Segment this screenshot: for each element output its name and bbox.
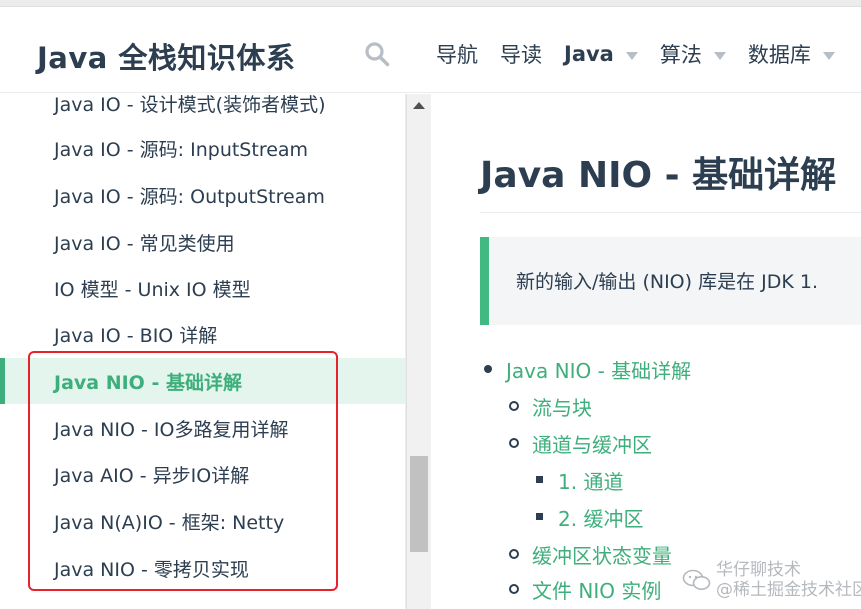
toc-disc-bullet [484,365,492,373]
toc-item-file-nio-example[interactable]: 文件 NIO 实例 [532,575,661,604]
watermark: 华仔聊技术 @稀土掘金技术社区 [682,560,861,600]
sidebar-item-nio-multiplexing[interactable]: Java NIO - IO多路复用详解 [0,405,405,451]
sidebar-item-label: Java N(A)IO - 框架: Netty [54,511,285,534]
sidebar-item-io-common-classes[interactable]: Java IO - 常见类使用 [0,219,405,265]
sidebar-item-label: Java AIO - 异步IO详解 [54,464,250,487]
intro-tip-block: 新的输入/输出 (NIO) 库是在 JDK 1. [480,237,861,325]
nav-item-guide[interactable]: 导航 [436,39,478,69]
sidebar-item-label: IO 模型 - Unix IO 模型 [54,278,251,301]
scrollbar-thumb[interactable] [410,456,428,552]
toc-square-bullet [536,513,543,520]
watermark-line-2: @稀土掘金技术社区 [716,580,861,600]
toc-circle-bullet [509,549,519,559]
toc-item-nio-basics[interactable]: Java NIO - 基础详解 [506,355,691,384]
intro-tip-text: 新的输入/输出 (NIO) 库是在 JDK 1. [516,271,818,293]
sidebar-item-bio[interactable]: Java IO - BIO 详解 [0,311,405,357]
top-navbar: Java 全栈知识体系 导航 导读 Java 算法 数据库 [0,7,861,93]
sidebar-scrollbar[interactable] [406,94,431,609]
toc-item-buffer-state[interactable]: 缓冲区状态变量 [532,540,672,569]
sidebar-item-label: Java IO - 源码: InputStream [54,138,309,161]
sidebar-item-io-decorator[interactable]: Java IO - 设计模式(装饰者模式) [0,94,405,126]
toc-circle-bullet [509,438,519,448]
sidebar-item-netty[interactable]: Java N(A)IO - 框架: Netty [0,498,405,544]
sidebar-item-aio[interactable]: Java AIO - 异步IO详解 [0,451,405,497]
sidebar-item-io-outputstream[interactable]: Java IO - 源码: OutputStream [0,172,405,218]
sidebar-item-label: Java IO - 设计模式(装饰者模式) [54,94,326,116]
sidebar: Java IO - 设计模式(装饰者模式) Java IO - 源码: Inpu… [0,94,406,609]
toc-square-bullet [536,476,543,483]
chevron-down-icon [713,51,726,60]
sidebar-item-zero-copy[interactable]: Java NIO - 零拷贝实现 [0,545,405,591]
sidebar-item-io-unix-model[interactable]: IO 模型 - Unix IO 模型 [0,265,405,311]
sidebar-item-nio-basics[interactable]: Java NIO - 基础详解 [0,358,405,404]
nav-item-label: 导航 [436,43,478,67]
chevron-down-icon [625,51,638,60]
nav-links: 导航 导读 Java 算法 数据库 [436,39,857,69]
sidebar-item-label: Java IO - BIO 详解 [54,324,218,347]
nav-item-label: 数据库 [747,43,811,67]
scroll-up-arrow-icon[interactable] [413,102,425,109]
sidebar-item-io-inputstream[interactable]: Java IO - 源码: InputStream [0,125,405,171]
nav-item-algorithm[interactable]: 算法 [660,39,726,69]
toc-circle-bullet [509,584,519,594]
nav-item-label: Java [564,42,614,66]
nav-item-intro[interactable]: 导读 [500,39,542,69]
toc-circle-bullet [509,401,519,411]
browser-top-edge [0,0,861,7]
toc-item-channel-buffer[interactable]: 通道与缓冲区 [532,429,652,458]
site-title[interactable]: Java 全栈知识体系 [37,35,295,77]
page-title: Java NIO - 基础详解 [480,155,837,196]
sidebar-item-label: Java NIO - IO多路复用详解 [54,418,289,441]
wechat-icon [682,569,711,590]
toc-item-buffer[interactable]: 2. 缓冲区 [558,503,643,532]
active-indicator [0,358,5,404]
sidebar-item-label: Java NIO - 零拷贝实现 [54,558,249,581]
title-divider [480,212,861,213]
watermark-line-1: 华仔聊技术 [716,560,801,580]
main-content: Java NIO - 基础详解 新的输入/输出 (NIO) 库是在 JDK 1.… [431,94,861,609]
sidebar-item-label: Java IO - 常见类使用 [54,232,235,255]
nav-item-java[interactable]: Java [564,42,638,66]
sidebar-item-label: Java IO - 源码: OutputStream [54,185,325,208]
sidebar-item-label: Java NIO - 基础详解 [54,371,242,394]
nav-item-database[interactable]: 数据库 [748,39,835,69]
nav-item-label: 导读 [500,43,542,67]
chevron-down-icon [822,51,835,60]
toc-item-channel[interactable]: 1. 通道 [558,466,623,495]
nav-item-label: 算法 [659,43,702,67]
search-icon[interactable] [364,41,390,67]
toc-item-stream-vs-block[interactable]: 流与块 [532,392,592,421]
